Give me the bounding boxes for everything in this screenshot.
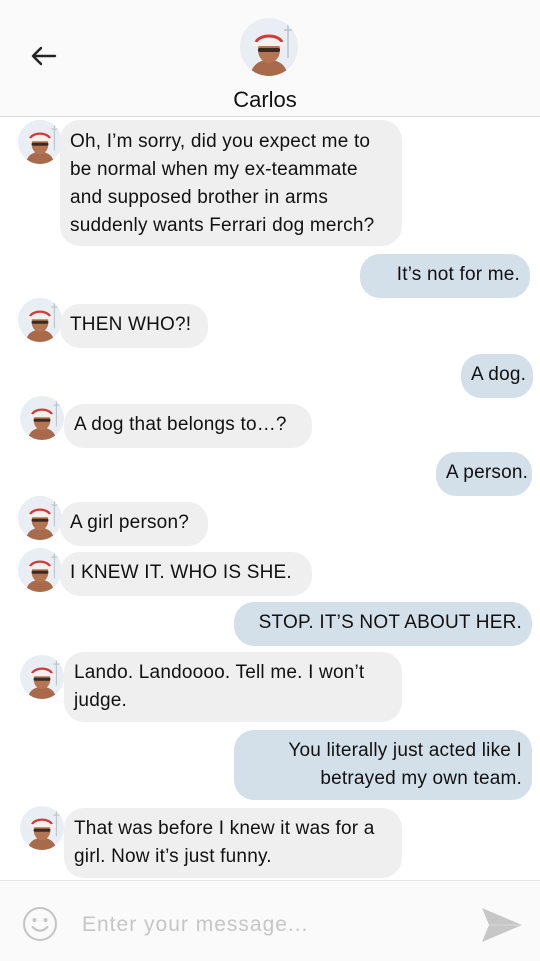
contact-name: Carlos [233, 87, 297, 112]
message-line: You literally just acted like I [288, 740, 522, 761]
message-bubble-incoming[interactable]: THEN WHO?! [60, 304, 208, 348]
message-line: A dog that belongs to…? [74, 414, 287, 435]
message-bubble-incoming[interactable]: Lando. Landoooo. Tell me. I won’t judge. [64, 652, 402, 722]
contact-avatar[interactable] [240, 18, 298, 76]
message-line: A girl person? [70, 512, 189, 533]
emoji-button[interactable] [22, 906, 58, 942]
message-bubble-outgoing[interactable]: It’s not for me. [360, 254, 530, 298]
message-line: That was before I knew it was for a [74, 818, 375, 839]
back-button[interactable] [28, 40, 60, 72]
send-icon [482, 908, 522, 942]
message-line: betrayed my own team. [320, 768, 522, 789]
message-line: judge. [74, 690, 127, 711]
sender-avatar[interactable] [20, 806, 64, 850]
sender-avatar[interactable] [18, 298, 62, 342]
message-line: Oh, I’m sorry, did you expect me to [70, 131, 371, 152]
arrow-left-icon [31, 46, 57, 66]
message-line: and supposed brother in arms [70, 187, 329, 208]
sender-avatar[interactable] [18, 496, 62, 540]
message-bubble-incoming[interactable]: That was before I knew it was for a girl… [64, 808, 402, 878]
message-line: be normal when my ex-teammate [70, 159, 358, 180]
message-bubble-incoming[interactable]: I KNEW IT. WHO IS SHE. [60, 552, 312, 596]
sender-avatar[interactable] [18, 120, 62, 164]
message-line: A dog. [471, 364, 527, 385]
message-line: I KNEW IT. WHO IS SHE. [70, 562, 292, 583]
message-bubble-outgoing[interactable]: A person. [436, 452, 532, 496]
chat-header: Carlos [0, 0, 540, 117]
message-line: It’s not for me. [396, 264, 520, 285]
message-line: suddenly wants Ferrari dog merch? [70, 215, 375, 236]
message-bubble-outgoing[interactable]: A dog. [461, 354, 533, 398]
message-line: A person. [446, 462, 529, 483]
message-line: Lando. Landoooo. Tell me. I won’t [74, 662, 365, 683]
message-bubble-incoming[interactable]: A girl person? [60, 502, 208, 546]
sender-avatar[interactable] [20, 655, 64, 699]
send-button[interactable] [480, 906, 524, 944]
message-composer [0, 880, 540, 961]
message-bubble-incoming[interactable]: A dog that belongs to…? [64, 404, 312, 448]
message-line: THEN WHO?! [70, 314, 192, 335]
message-line: girl. Now it’s just funny. [74, 846, 272, 867]
sender-avatar[interactable] [20, 396, 64, 440]
sender-avatar[interactable] [18, 548, 62, 592]
message-bubble-incoming[interactable]: Oh, I’m sorry, did you expect me to be n… [60, 120, 402, 246]
message-line: STOP. IT’S NOT ABOUT HER. [258, 612, 522, 633]
smiley-icon [23, 907, 57, 941]
message-bubble-outgoing[interactable]: STOP. IT’S NOT ABOUT HER. [234, 602, 532, 646]
message-input[interactable] [80, 907, 464, 943]
message-bubble-outgoing[interactable]: You literally just acted like I betrayed… [234, 730, 532, 800]
